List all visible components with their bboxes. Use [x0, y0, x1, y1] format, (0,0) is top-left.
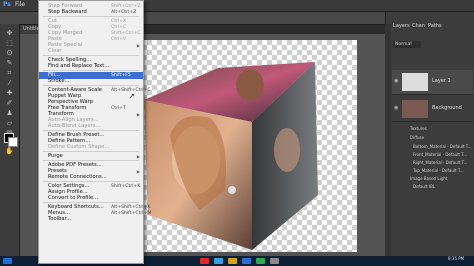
menu-item-label: Auto-Blend Layers... — [48, 123, 101, 129]
sublayer-item[interactable]: Front_Material - Default T... — [413, 152, 467, 157]
menu-separator — [43, 130, 139, 131]
menu-item-label: Find and Replace Text... — [48, 63, 110, 69]
sublayer-item[interactable]: Image Based Light — [410, 176, 447, 181]
menu-item-label: Remote Connections... — [48, 174, 107, 180]
menu-item-label: Stroke... — [48, 78, 70, 84]
menu-item-label: Step Backward — [48, 9, 87, 15]
menu-item-define-custom-shape[interactable]: Define Custom Shape... — [39, 144, 143, 151]
background-color-swatch[interactable] — [8, 137, 18, 147]
lasso-tool-icon[interactable]: ʘ — [4, 50, 15, 57]
stamp-tool-icon[interactable]: ♟ — [4, 110, 15, 117]
layer-thumbnail — [402, 73, 428, 91]
menu-item-auto-blend-layers[interactable]: Auto-Blend Layers... — [39, 123, 143, 130]
menu-separator — [43, 55, 139, 56]
layer-row[interactable]: ◉ Layer 1 — [392, 70, 473, 95]
crop-tool-icon[interactable]: ⌗ — [4, 70, 15, 77]
menu-item-convert-to-profile[interactable]: Convert to Profile... — [39, 195, 143, 202]
sublayer-item[interactable]: Right_Material - Default T... — [413, 160, 467, 165]
menu-separator — [43, 181, 139, 182]
menu-separator — [43, 202, 139, 203]
photoshop-logo: Ps — [3, 1, 11, 8]
sublayer-item[interactable]: Diffuse — [410, 135, 424, 140]
menu-item-stroke[interactable]: Stroke... — [39, 78, 143, 85]
menu-item-shortcut: Alt+Ctrl+Z — [111, 10, 137, 15]
start-button-icon[interactable] — [3, 258, 12, 264]
sublayer-item[interactable]: Default IBL — [413, 184, 435, 189]
side-face-image — [274, 128, 300, 172]
top-portrait-image — [236, 69, 264, 101]
hand-tool-icon[interactable]: ✋ — [4, 148, 15, 155]
cube-3d-object[interactable] — [140, 40, 355, 252]
menu-item-label: Define Custom Shape... — [48, 144, 110, 150]
marquee-tool-icon[interactable]: ⬚ — [4, 40, 15, 47]
menu-item-toolbar[interactable]: Toolbar... — [39, 216, 143, 223]
menu-item-label: Convert to Profile... — [48, 195, 99, 201]
menu-item-find-and-replace-text[interactable]: Find and Replace Text... — [39, 63, 143, 70]
taskbar-app-icon[interactable] — [256, 258, 265, 264]
layer-name: Background — [432, 105, 462, 111]
tab-layers[interactable]: Layers — [393, 22, 410, 30]
right-panel — [385, 12, 474, 256]
menu-separator — [43, 70, 139, 71]
visibility-eye-icon[interactable]: ◉ — [394, 78, 399, 84]
layer-thumbnail — [402, 100, 428, 118]
menu-item-clear[interactable]: Clear — [39, 48, 143, 55]
visibility-eye-icon[interactable]: ◉ — [394, 105, 399, 111]
quick-select-tool-icon[interactable]: ✎ — [4, 60, 15, 67]
healing-tool-icon[interactable]: ✚ — [4, 90, 15, 97]
menu-item-label: Clear — [48, 48, 62, 54]
taskbar-app-icon[interactable] — [228, 258, 237, 264]
eraser-tool-icon[interactable]: ▱ — [4, 120, 15, 127]
menu-separator — [43, 160, 139, 161]
menu-separator — [43, 85, 139, 86]
menu-separator — [43, 151, 139, 152]
taskbar-app-icon[interactable] — [200, 258, 209, 264]
sublayer-item[interactable]: Bottom_Material - Default T... — [413, 144, 472, 149]
taskbar-app-icon[interactable] — [270, 258, 279, 264]
blend-mode-select[interactable]: Normal — [393, 41, 421, 48]
edit-menu-dropdown: Step Forward Shift+Ctrl+Z Step Backward Alt… — [38, 0, 151, 264]
menu-file[interactable]: File — [15, 1, 25, 8]
menu-item-remote-connections[interactable]: Remote Connections... — [39, 174, 143, 181]
sublayer-item[interactable]: Top_Material - Default T... — [413, 168, 464, 173]
eyedropper-tool-icon[interactable]: ⁄ — [4, 80, 15, 87]
photoshop-taskbar-icon[interactable] — [242, 258, 251, 264]
menu-item-step-backward[interactable]: Step Backward Alt+Ctrl+Z — [39, 9, 143, 16]
tab-paths[interactable]: Paths — [428, 22, 442, 30]
layer-name: Layer 1 — [432, 78, 451, 84]
tab-channels[interactable]: Chan — [412, 22, 425, 30]
mouse-cursor-icon: ➚ — [129, 92, 135, 100]
taskbar-app-icon[interactable] — [214, 258, 223, 264]
panel-icon-strip — [385, 24, 391, 256]
submenu-arrow-icon: ▶ — [136, 154, 140, 159]
menu-item-label: Purge — [48, 153, 63, 159]
menu-item-label: Toolbar... — [48, 216, 72, 222]
menu-separator — [43, 16, 139, 17]
brush-tool-icon[interactable]: ✐ — [4, 100, 15, 107]
taskbar-clock: 8:35 PM — [448, 256, 465, 261]
layer-row[interactable]: ◉ Background — [392, 97, 473, 122]
sublayer-item[interactable]: Textures — [410, 126, 427, 131]
move-tool-icon[interactable]: ✥ — [4, 30, 15, 37]
earring-image — [228, 186, 236, 194]
menu-item-purge[interactable]: Purge ▶ — [39, 153, 143, 160]
